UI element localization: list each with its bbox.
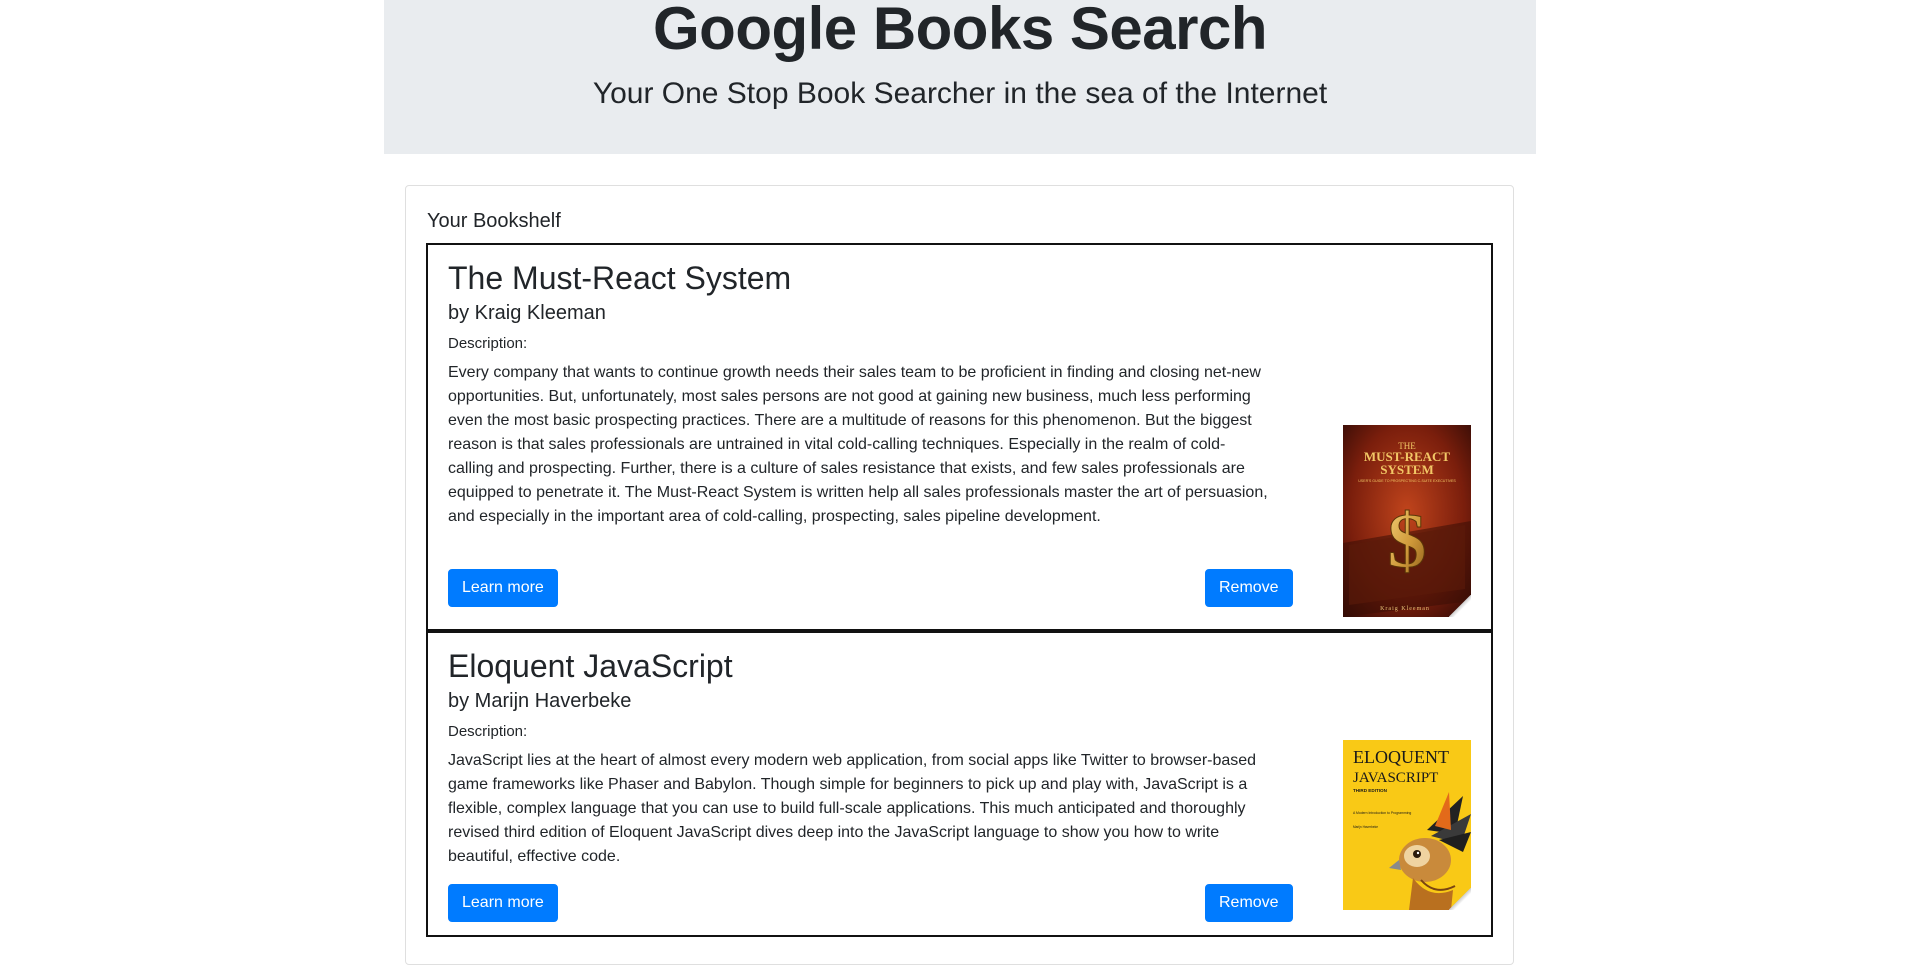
description-label: Description: <box>448 723 528 740</box>
svg-text:SYSTEM: SYSTEM <box>1380 462 1433 477</box>
page-title: Google Books Search <box>653 0 1268 62</box>
page-curl <box>1449 888 1471 910</box>
svg-text:JAVASCRIPT: JAVASCRIPT <box>1353 770 1438 786</box>
svg-text:USER'S GUIDE TO PROSPECTING C-: USER'S GUIDE TO PROSPECTING C-SUITE EXEC… <box>1358 479 1456 483</box>
book-cover-image: ELOQUENT JAVASCRIPT THIRD EDITION A Mode… <box>1343 740 1471 910</box>
must-react-cover-art: THE MUST-REACT SYSTEM USER'S GUIDE TO PR… <box>1343 425 1471 617</box>
bookshelf-title: Your Bookshelf <box>427 210 561 232</box>
svg-text:A Modern Introduction to Progr: A Modern Introduction to Programming <box>1353 811 1411 815</box>
book-author: by Kraig Kleeman <box>448 302 606 324</box>
bookshelf-card: Your Bookshelf The Must-React System by … <box>405 185 1514 965</box>
book-item: The Must-React System by Kraig Kleeman D… <box>426 243 1493 631</box>
book-item: Eloquent JavaScript by Marijn Haverbeke … <box>426 631 1493 937</box>
header-jumbotron: Google Books Search Your One Stop Book S… <box>384 0 1536 154</box>
learn-more-button[interactable]: Learn more <box>448 569 558 607</box>
svg-text:Marijn Haverbeke: Marijn Haverbeke <box>1353 825 1378 829</box>
svg-text:$: $ <box>1388 497 1427 584</box>
eloquent-js-cover-art: ELOQUENT JAVASCRIPT THIRD EDITION A Mode… <box>1343 740 1471 910</box>
svg-text:ELOQUENT: ELOQUENT <box>1353 747 1449 767</box>
description-label: Description: <box>448 335 528 352</box>
book-description: JavaScript lies at the heart of almost e… <box>448 752 1257 865</box>
svg-text:Kraig Kleeman: Kraig Kleeman <box>1380 606 1430 612</box>
book-cover-image: THE MUST-REACT SYSTEM USER'S GUIDE TO PR… <box>1343 425 1471 617</box>
remove-button[interactable]: Remove <box>1205 884 1293 922</box>
book-description: Every company that wants to continue gro… <box>448 364 1268 525</box>
book-author: by Marijn Haverbeke <box>448 690 632 712</box>
remove-button[interactable]: Remove <box>1205 569 1293 607</box>
book-title: Eloquent JavaScript <box>448 648 733 684</box>
page-curl <box>1449 595 1471 617</box>
book-title: The Must-React System <box>448 260 792 296</box>
learn-more-button[interactable]: Learn more <box>448 884 558 922</box>
page-subtitle: Your One Stop Book Searcher in the sea o… <box>592 77 1328 110</box>
svg-text:THIRD EDITION: THIRD EDITION <box>1353 788 1388 793</box>
